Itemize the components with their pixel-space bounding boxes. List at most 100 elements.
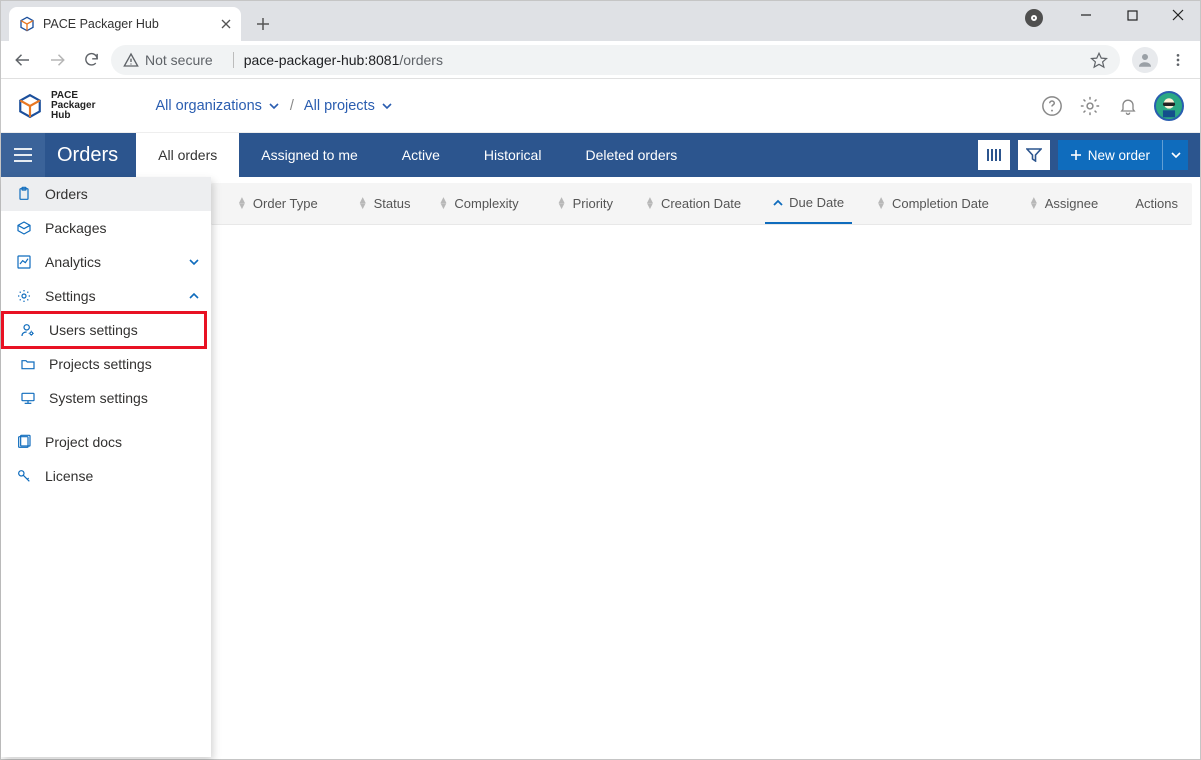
sidebar-item-label: Packages	[45, 220, 106, 236]
breadcrumb-proj-label: All projects	[304, 98, 375, 114]
col-label: Assignee	[1045, 196, 1098, 211]
chevron-down-icon	[268, 100, 280, 112]
nav-back-button[interactable]	[9, 46, 37, 74]
breadcrumb-projects[interactable]: All projects	[304, 98, 393, 114]
gear-icon	[15, 287, 33, 305]
tab-close-button[interactable]	[221, 19, 231, 29]
help-button[interactable]	[1040, 94, 1064, 118]
col-label: Due Date	[789, 195, 844, 210]
sidebar-item-packages[interactable]: Packages	[1, 211, 211, 245]
breadcrumb-org-label: All organizations	[155, 98, 261, 114]
browser-tab[interactable]: PACE Packager Hub	[9, 7, 241, 41]
col-complexity[interactable]: ▲▼ Complexity	[430, 196, 526, 211]
docs-icon	[15, 433, 33, 451]
app-logo[interactable]: PACE Packager Hub	[17, 91, 95, 121]
sidebar-item-label: Orders	[45, 186, 88, 202]
analytics-icon	[15, 253, 33, 271]
menu-toggle-button[interactable]	[1, 133, 45, 177]
page-title: Orders	[45, 133, 136, 177]
new-order-button[interactable]: New order	[1058, 140, 1188, 170]
logo-text: PACE Packager Hub	[51, 91, 95, 121]
nav-tabs: All orders Assigned to me Active Histori…	[136, 133, 699, 177]
sort-asc-icon	[773, 198, 783, 208]
sort-icon: ▲▼	[438, 198, 448, 210]
security-indicator[interactable]: Not secure	[123, 52, 213, 68]
package-icon	[15, 219, 33, 237]
breadcrumb: All organizations / All projects	[155, 98, 392, 114]
sort-icon: ▲▼	[645, 198, 655, 210]
columns-button[interactable]	[978, 140, 1010, 170]
new-tab-button[interactable]	[249, 10, 277, 38]
col-order-type[interactable]: ▲▼ Order Type	[229, 196, 326, 211]
tab-deleted-orders[interactable]: Deleted orders	[563, 133, 699, 177]
col-label: Order Type	[253, 196, 318, 211]
col-due-date[interactable]: Due Date	[765, 183, 852, 224]
sidebar-item-license[interactable]: License	[1, 459, 211, 493]
col-creation-date[interactable]: ▲▼ Creation Date	[637, 196, 749, 211]
logo-line-1: PACE	[51, 91, 95, 101]
chevron-down-icon	[381, 100, 393, 112]
sidebar-item-orders[interactable]: Orders	[1, 177, 211, 211]
logo-line-2: Packager	[51, 101, 95, 111]
sort-icon: ▲▼	[358, 198, 368, 210]
col-status[interactable]: ▲▼ Status	[350, 196, 419, 211]
logo-line-3: Hub	[51, 111, 95, 121]
app-header: PACE Packager Hub All organizations / Al…	[1, 79, 1200, 133]
folder-icon	[19, 355, 37, 373]
user-avatar[interactable]	[1154, 91, 1184, 121]
url-path: /orders	[399, 52, 443, 68]
omnibox-divider	[233, 52, 234, 68]
tab-title: PACE Packager Hub	[43, 17, 159, 31]
navbar: Orders All orders Assigned to me Active …	[1, 133, 1200, 177]
sort-icon: ▲▼	[1029, 198, 1039, 210]
window-close-button[interactable]	[1155, 0, 1201, 30]
tab-assigned-to-me[interactable]: Assigned to me	[239, 133, 380, 177]
tab-active[interactable]: Active	[380, 133, 462, 177]
security-label: Not secure	[145, 52, 213, 68]
settings-gear-button[interactable]	[1078, 94, 1102, 118]
tab-all-orders[interactable]: All orders	[136, 133, 239, 177]
chevron-down-icon	[189, 257, 199, 267]
sidebar-item-label: License	[45, 468, 93, 484]
notifications-bell-button[interactable]	[1116, 94, 1140, 118]
browser-guest-indicator-icon	[1025, 9, 1043, 27]
address-bar[interactable]: Not secure pace-packager-hub:8081/orders	[111, 45, 1120, 75]
filter-button[interactable]	[1018, 140, 1050, 170]
monitor-icon	[19, 389, 37, 407]
col-label: Creation Date	[661, 196, 741, 211]
browser-profile-button[interactable]	[1132, 47, 1158, 73]
window-minimize-button[interactable]	[1063, 0, 1109, 30]
sidebar-item-label: Analytics	[45, 254, 101, 270]
col-completion-date[interactable]: ▲▼Completion Date	[868, 196, 997, 211]
breadcrumb-organizations[interactable]: All organizations	[155, 98, 279, 114]
new-order-dropdown[interactable]	[1162, 140, 1188, 170]
sidebar-item-label: Projects settings	[49, 356, 152, 372]
clipboard-icon	[15, 185, 33, 203]
sort-icon: ▲▼	[237, 198, 247, 210]
col-label: Status	[374, 196, 411, 211]
breadcrumb-separator: /	[290, 98, 294, 114]
col-label: Actions	[1135, 196, 1178, 211]
browser-tabstrip: PACE Packager Hub	[1, 1, 1200, 41]
sidebar-item-projects-settings[interactable]: Projects settings	[1, 347, 211, 381]
sidebar-item-analytics[interactable]: Analytics	[1, 245, 211, 279]
sidebar-item-system-settings[interactable]: System settings	[1, 381, 211, 415]
sort-icon: ▲▼	[876, 198, 886, 210]
col-priority[interactable]: ▲▼Priority	[549, 196, 621, 211]
bookmark-star-icon[interactable]	[1090, 51, 1108, 69]
sidebar-item-users-settings[interactable]: Users settings	[1, 313, 211, 347]
tab-favicon-icon	[19, 16, 35, 32]
tab-historical[interactable]: Historical	[462, 133, 564, 177]
sidebar-item-label: Settings	[45, 288, 96, 304]
nav-forward-button[interactable]	[43, 46, 71, 74]
col-actions: Actions	[1127, 196, 1186, 211]
col-label: Priority	[573, 196, 613, 211]
window-maximize-button[interactable]	[1109, 0, 1155, 30]
col-assignee[interactable]: ▲▼ Assignee	[1021, 196, 1106, 211]
sidebar-item-settings[interactable]: Settings	[1, 279, 211, 313]
sidebar-item-project-docs[interactable]: Project docs	[1, 425, 211, 459]
browser-menu-button[interactable]	[1164, 46, 1192, 74]
url-host: pace-packager-hub:8081	[244, 52, 400, 68]
col-label: Complexity	[454, 196, 518, 211]
nav-reload-button[interactable]	[77, 46, 105, 74]
